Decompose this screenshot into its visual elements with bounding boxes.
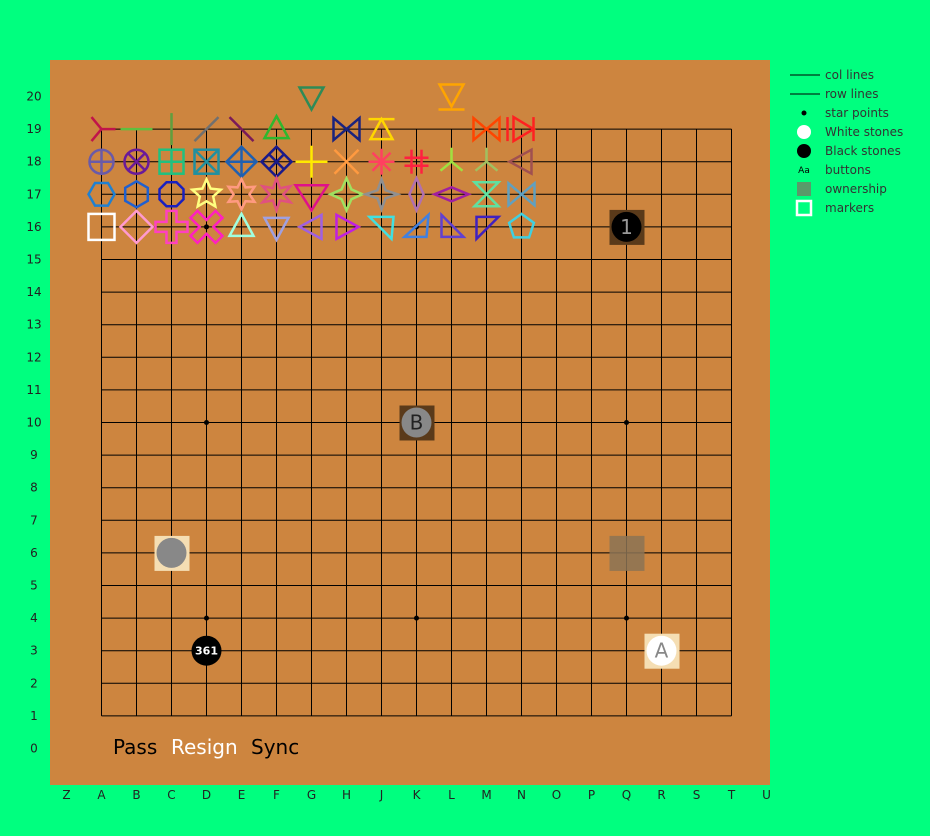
row-label: 9 — [30, 448, 38, 462]
col-label: R — [657, 788, 665, 802]
row-label: 20 — [26, 90, 41, 104]
row-label: 14 — [26, 285, 41, 299]
legend-label: ownership — [825, 182, 887, 196]
col-label: D — [202, 788, 211, 802]
button-bar[interactable]: Pass Resign Sync — [113, 735, 299, 759]
col-label: C — [167, 788, 175, 802]
legend-label: Black stones — [825, 144, 901, 158]
star-point — [414, 615, 419, 621]
legend-label: buttons — [825, 163, 871, 177]
col-label: F — [273, 788, 280, 802]
star-point — [204, 420, 209, 425]
row-label: 12 — [26, 350, 41, 364]
sync-button[interactable]: Sync — [251, 735, 299, 759]
legend-item: col lines — [790, 68, 874, 82]
legend-square-icon — [797, 182, 811, 196]
row-label: 16 — [26, 220, 41, 234]
col-label: U — [762, 788, 771, 802]
star-point — [624, 615, 629, 621]
stone-label: 361 — [195, 645, 218, 658]
col-label: H — [342, 788, 351, 802]
col-label: T — [727, 788, 736, 802]
legend-label: star points — [825, 106, 889, 120]
legend-item: Aa buttons — [798, 163, 871, 177]
col-label: K — [413, 788, 422, 802]
row-label: 8 — [30, 481, 38, 495]
stone-label: A — [655, 639, 669, 663]
col-label: A — [97, 788, 106, 802]
row-label: 18 — [26, 155, 41, 169]
gray-stone[interactable] — [156, 537, 187, 568]
col-label: Q — [622, 788, 631, 802]
legend-marker-icon — [795, 199, 813, 217]
pass-button[interactable]: Pass — [113, 735, 157, 759]
legend-item: White stones — [797, 125, 903, 139]
col-label: M — [481, 788, 491, 802]
legend-item: markers — [795, 199, 874, 217]
legend-item: Black stones — [797, 144, 901, 158]
col-label: J — [379, 788, 384, 802]
col-label: B — [132, 788, 140, 802]
star-point — [624, 420, 629, 425]
col-label: G — [307, 788, 316, 802]
row-label: 15 — [26, 253, 41, 267]
col-label: P — [588, 788, 595, 802]
legend-label: row lines — [825, 87, 879, 101]
legend-stone-icon — [797, 144, 811, 158]
row-label: 13 — [26, 318, 41, 332]
legend-item: ownership — [797, 182, 887, 196]
star-point — [204, 224, 209, 230]
legend-label: markers — [825, 201, 874, 215]
legend-text-icon: Aa — [798, 166, 810, 176]
row-label: 1 — [30, 709, 38, 723]
col-label: L — [448, 788, 455, 802]
legend-dot-icon — [801, 110, 807, 116]
go-board-app: 20 19 18 17 16 15 14 13 12 11 10 9 8 7 6 5 4 3 2 1 0 Z A B C D E F G… — [0, 0, 930, 836]
row-label: 3 — [30, 644, 38, 658]
row-label: 19 — [26, 122, 41, 136]
legend-item: row lines — [790, 87, 879, 101]
stone-label: B — [410, 411, 424, 435]
row-label: 0 — [30, 742, 38, 756]
marker-circle-plus — [88, 148, 115, 175]
ownership-square — [609, 535, 645, 571]
row-label: 4 — [30, 611, 38, 625]
legend-label: col lines — [825, 68, 874, 82]
legend-label: White stones — [825, 125, 903, 139]
col-label: O — [552, 788, 561, 802]
col-label: S — [693, 788, 701, 802]
col-label: N — [517, 788, 526, 802]
row-label: 5 — [30, 579, 38, 593]
row-label: 6 — [30, 546, 38, 560]
row-label: 17 — [26, 187, 41, 201]
col-label: Z — [62, 788, 70, 802]
legend-item: star points — [801, 106, 889, 120]
row-label: 2 — [30, 676, 38, 690]
stone-label: 1 — [620, 215, 633, 239]
ownership-layer — [609, 535, 645, 571]
star-point — [204, 615, 209, 621]
legend: col lines row lines star points White stone… — [790, 68, 903, 217]
legend-stone-icon — [797, 125, 811, 139]
col-label: E — [238, 788, 246, 802]
row-label: 7 — [30, 513, 38, 527]
row-label: 11 — [26, 383, 41, 397]
row-label: 10 — [26, 416, 41, 430]
go-board-canvas[interactable]: 20191817161514131211109876543210Z A B C D E F G… — [0, 0, 930, 836]
resign-button[interactable]: Resign — [171, 735, 238, 759]
